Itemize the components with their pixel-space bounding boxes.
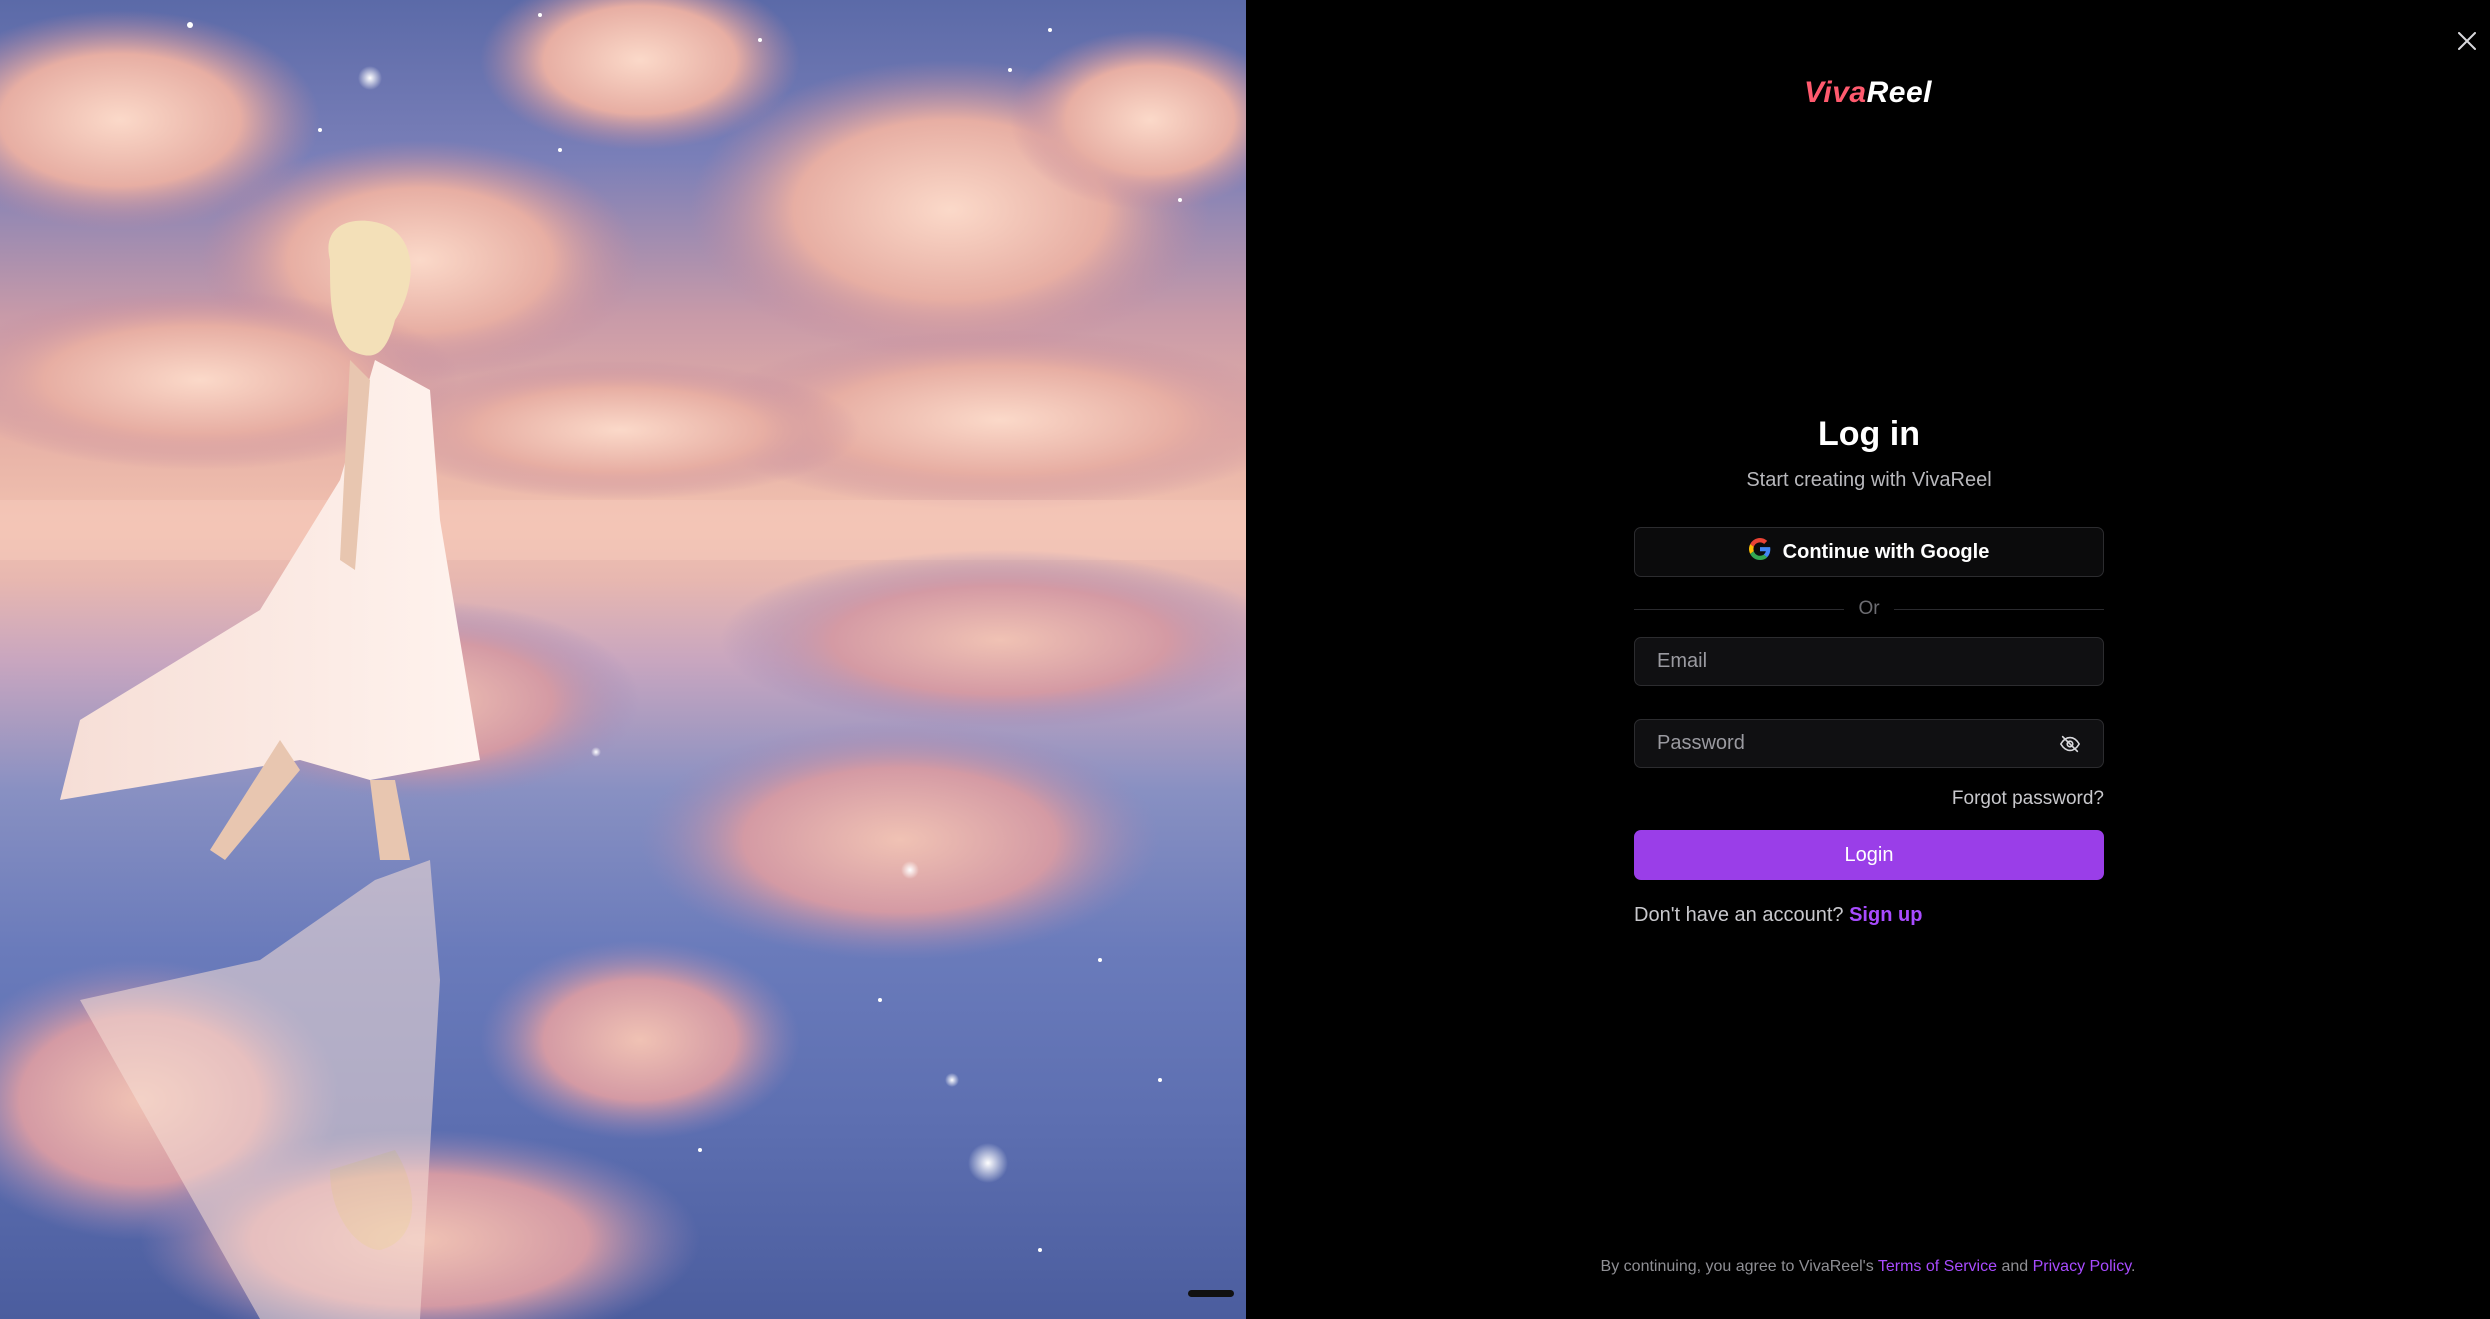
- divider-label: Or: [1858, 598, 1880, 619]
- google-login-button[interactable]: Continue with Google: [1634, 527, 2104, 577]
- logo-viva: Viva: [1804, 76, 1867, 109]
- legal-footer: By continuing, you agree to VivaReel's T…: [1246, 1258, 2490, 1276]
- legal-suffix: .: [2131, 1258, 2136, 1275]
- signup-prompt: Don't have an account?: [1634, 904, 1844, 926]
- legal-prefix: By continuing, you agree to VivaReel's: [1600, 1258, 1874, 1275]
- signup-link[interactable]: Sign up: [1849, 904, 1922, 926]
- hero-scroll-indicator[interactable]: [1188, 1290, 1234, 1297]
- close-icon: [2458, 31, 2476, 55]
- password-field[interactable]: [1634, 719, 2104, 768]
- or-divider: Or: [1634, 598, 2105, 619]
- eye-off-icon[interactable]: [2057, 731, 2083, 757]
- password-input[interactable]: [1655, 731, 2057, 756]
- login-button[interactable]: Login: [1634, 830, 2104, 880]
- page-title: Log in: [1818, 415, 1920, 453]
- hero-illustration: [0, 0, 1246, 1319]
- forgot-row: Forgot password?: [1634, 788, 2104, 814]
- login-form: Log in Start creating with VivaReel Cont…: [1634, 408, 2105, 927]
- google-icon: [1748, 538, 1771, 566]
- email-field[interactable]: [1634, 637, 2104, 686]
- signup-row: Don't have an account? Sign up: [1634, 904, 2104, 927]
- brand-logo: VivaReel: [1246, 76, 2490, 110]
- divider-line-left: [1634, 608, 1845, 610]
- close-button[interactable]: [2450, 26, 2484, 60]
- google-button-label: Continue with Google: [1782, 540, 1990, 563]
- email-input[interactable]: [1655, 649, 2083, 674]
- legal-and: and: [2001, 1258, 2029, 1275]
- woman-reflection: [80, 860, 440, 1319]
- forgot-password-link[interactable]: Forgot password?: [1952, 788, 2104, 809]
- logo-reel: Reel: [1866, 76, 1932, 109]
- login-panel: VivaReel Log in Start creating with Viva…: [1246, 0, 2490, 1319]
- privacy-policy-link[interactable]: Privacy Policy: [2033, 1258, 2131, 1275]
- page-subtitle: Start creating with VivaReel: [1746, 469, 1992, 491]
- hero-image: [0, 0, 1246, 1319]
- divider-line-right: [1893, 608, 2105, 610]
- login-page: VivaReel Log in Start creating with Viva…: [0, 0, 2490, 1319]
- terms-of-service-link[interactable]: Terms of Service: [1878, 1258, 1997, 1275]
